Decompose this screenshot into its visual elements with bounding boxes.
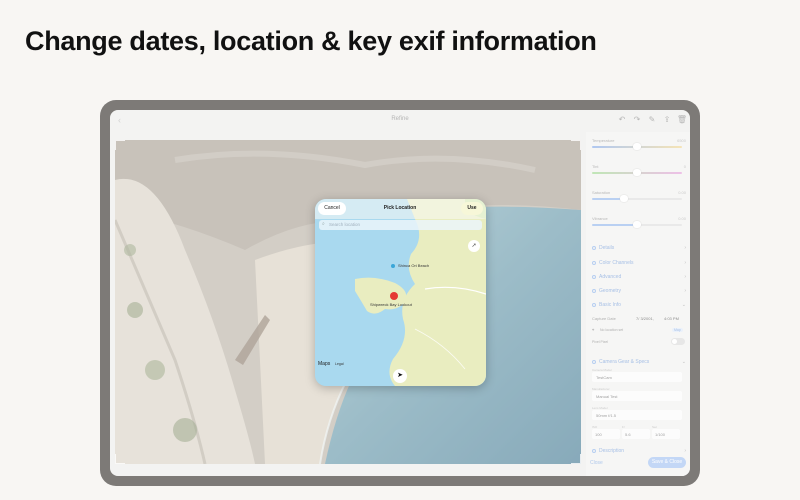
slider-label: Saturation — [592, 190, 611, 195]
poi-beach-label[interactable]: Shinca Ori Beach — [398, 263, 429, 268]
pixel-pixel-label: Pixel Pixel — [592, 340, 609, 344]
poi-beach-marker — [391, 264, 395, 268]
section-color-channels[interactable]: Color Channels › — [592, 260, 686, 270]
cancel-button[interactable]: Cancel — [318, 202, 346, 215]
section-details[interactable]: Details › — [592, 245, 686, 255]
slider-value: 6500 — [677, 138, 686, 143]
slider-value: 0.00 — [678, 190, 686, 195]
map-button[interactable]: Map — [672, 328, 683, 332]
crop-corner-tl[interactable] — [115, 140, 125, 150]
search-placeholder: Search location — [329, 222, 361, 227]
dialog-title: Pick Location — [383, 205, 417, 211]
app-title: Refine — [391, 116, 409, 122]
location-pin-icon: ⌖ — [592, 327, 595, 332]
fnum-field[interactable]: 5.6 — [622, 429, 650, 439]
legal-link[interactable]: Legal — [335, 362, 344, 366]
geometry-icon — [592, 288, 596, 293]
section-label: Color Channels — [599, 260, 634, 266]
slider-knob[interactable] — [620, 195, 628, 202]
details-icon — [592, 245, 596, 250]
poi-lookout-label[interactable]: Shipwreck Bay Lookout — [370, 302, 412, 307]
camera-model-field[interactable]: TestCam — [592, 372, 682, 382]
shutter-field[interactable]: 1/100 — [652, 429, 680, 439]
section-geometry[interactable]: Geometry › — [592, 288, 686, 298]
chevron-down-icon: ⌄ — [681, 359, 686, 365]
maps-brand: Maps — [318, 361, 331, 367]
pick-location-dialog: Cancel Pick Location Use ⌕ Search locati… — [315, 199, 486, 386]
advanced-icon — [592, 274, 596, 279]
location-search-input[interactable]: ⌕ Search location — [319, 220, 482, 230]
redo-icon[interactable]: ↷ — [631, 114, 643, 126]
markup-icon[interactable]: ✎ — [646, 114, 658, 126]
tint-slider[interactable]: Tint 0 — [592, 164, 686, 176]
camera-icon — [592, 359, 596, 364]
chevron-down-icon: ⌄ — [681, 302, 686, 308]
save-close-button[interactable]: Save & Close — [648, 457, 686, 468]
section-label: Geometry — [599, 288, 621, 294]
slider-knob[interactable] — [633, 221, 641, 228]
share-icon[interactable]: ⇪ — [661, 114, 673, 126]
iso-field[interactable]: 100 — [592, 429, 620, 439]
undo-icon[interactable]: ↶ — [616, 114, 628, 126]
pixel-toggle[interactable] — [671, 338, 685, 345]
headline: Change dates, location & key exif inform… — [25, 26, 597, 56]
section-label: Description — [599, 448, 625, 454]
capture-date-value[interactable]: 7/ 3/2001, — [636, 316, 654, 321]
location-pin-marker — [390, 292, 398, 300]
back-icon[interactable]: ‹ — [118, 115, 121, 125]
navigate-icon[interactable]: ➤ — [393, 369, 407, 383]
chevron-right-icon: › — [684, 288, 686, 294]
use-button[interactable]: Use — [461, 202, 483, 215]
current-location-icon[interactable]: ➚ — [468, 240, 480, 252]
chevron-right-icon: › — [684, 245, 686, 251]
chevron-right-icon: › — [684, 260, 686, 266]
capture-time-value[interactable]: 4:03 PM — [664, 316, 679, 321]
adjustments-panel: Temperature 6500 Tint 0 Saturation 0.00 … — [586, 132, 690, 476]
top-bar: ‹ Refine ↶ ↷ ✎ ⇪ 🗑 — [110, 110, 690, 132]
section-label: Advanced — [599, 274, 622, 280]
slider-knob[interactable] — [633, 169, 641, 176]
capture-date-label: Capture Date — [592, 316, 616, 321]
crop-corner-tr[interactable] — [571, 140, 581, 150]
section-label: Camera Gear & Specs — [599, 359, 650, 365]
chevron-right-icon: › — [684, 448, 686, 454]
section-label: Basic Info — [599, 302, 621, 308]
slider-track[interactable] — [592, 198, 682, 200]
crop-corner-bl[interactable] — [115, 454, 125, 464]
section-basic-info[interactable]: Basic Info ⌄ — [592, 302, 686, 312]
slider-value: 0.00 — [678, 216, 686, 221]
trash-icon[interactable]: 🗑 — [676, 114, 688, 126]
location-label: No location set — [600, 328, 624, 332]
manufacturer-field[interactable]: Manual Test — [592, 391, 682, 401]
chevron-right-icon: › — [684, 274, 686, 280]
search-icon: ⌕ — [322, 221, 325, 227]
close-button[interactable]: Close — [590, 460, 603, 466]
section-label: Details — [599, 245, 615, 251]
section-advanced[interactable]: Advanced › — [592, 274, 686, 284]
lens-field[interactable]: 50mm f/1.5 — [592, 410, 682, 420]
color-channels-icon — [592, 260, 596, 265]
saturation-slider[interactable]: Saturation 0.00 — [592, 190, 686, 202]
slider-knob[interactable] — [633, 143, 641, 150]
description-icon — [592, 448, 596, 453]
vibrance-slider[interactable]: Vibrance 0.00 — [592, 216, 686, 228]
slider-value: 0 — [683, 164, 686, 169]
temperature-slider[interactable]: Temperature 6500 — [592, 138, 686, 150]
crop-corner-br[interactable] — [571, 454, 581, 464]
basic-info-icon — [592, 302, 596, 307]
